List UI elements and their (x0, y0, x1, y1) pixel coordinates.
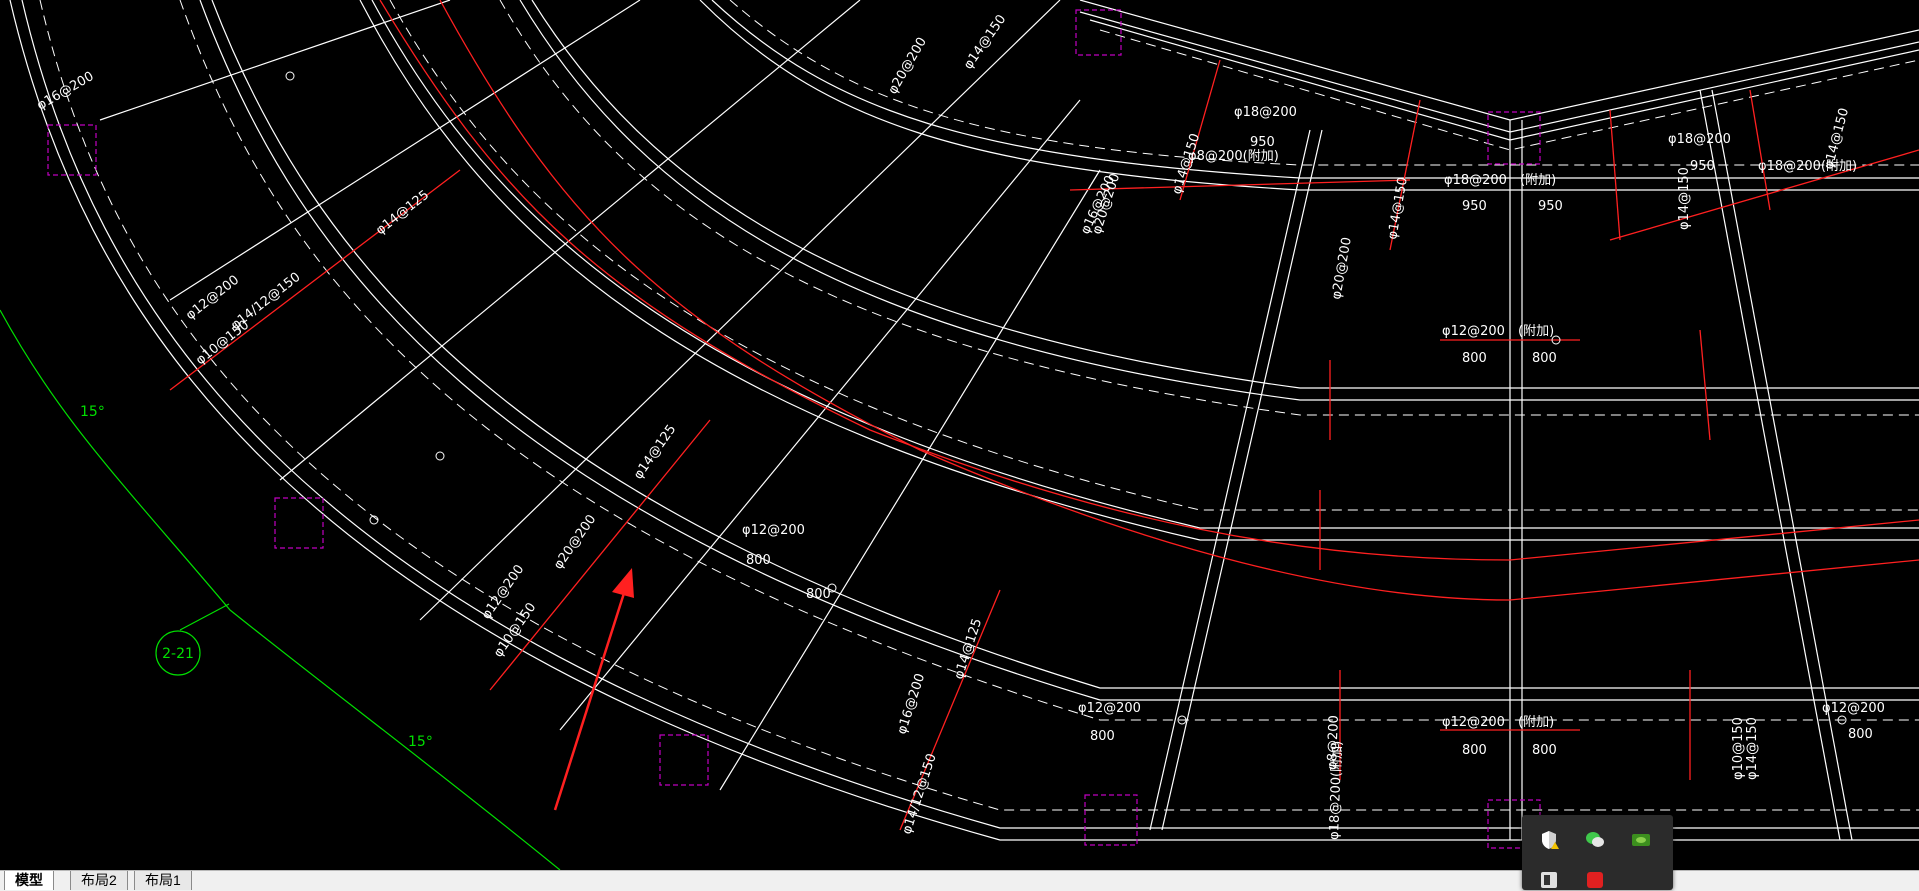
rebar-label: φ14@150 (1385, 176, 1411, 241)
rebar-label: 800 (806, 587, 831, 602)
rebar-label: φ16@200 (35, 69, 97, 113)
app-icon[interactable] (1538, 869, 1560, 891)
tab-layout2[interactable]: 布局2 (70, 871, 128, 890)
rebar-label: φ14@125 (373, 188, 432, 239)
column-marks (47, 9, 1541, 849)
rebar-label: φ12@200 (1822, 701, 1885, 716)
grid-bubble-label: 2-21 (162, 646, 194, 662)
rebar-label: 950 (1462, 199, 1487, 214)
rebar-label: 800 (1532, 351, 1557, 366)
rebar-label: φ20@200 (885, 35, 929, 97)
rebar-label: 800 (1462, 351, 1487, 366)
cad-model-space[interactable]: 2-21 15° 15° φ12@200 (附加) 800 800 φ12@20… (0, 0, 1919, 870)
rebar-label: φ12@200 (1442, 715, 1505, 730)
tab-label: 布局1 (145, 872, 181, 888)
rebar-label: (附加) (1520, 173, 1556, 188)
rebar-label: φ10@150 (1731, 717, 1746, 780)
rebar-label: φ8@200(附加) (1188, 149, 1279, 164)
rebar-label: (附加) (1518, 324, 1554, 339)
rebar-label: φ14@150 (961, 12, 1009, 72)
rebar-label: φ14@125 (631, 422, 679, 482)
grid-axis (0, 309, 561, 870)
rebar-label: 800 (1848, 727, 1873, 742)
tab-layout1[interactable]: 布局1 (134, 871, 192, 890)
rebar-label: φ12@200 (1078, 701, 1141, 716)
rebar-label: 800 (1462, 743, 1487, 758)
rebar-label: φ18@200 (1668, 132, 1731, 147)
nvidia-icon[interactable] (1630, 829, 1652, 851)
rebar-label: φ18@200(附加) (1327, 741, 1345, 841)
rebar-label: φ18@200 (1444, 173, 1507, 188)
rebar-label: 950 (1690, 159, 1715, 174)
rebar-label: φ14@150 (1745, 717, 1760, 780)
drawing-canvas[interactable]: 2-21 15° 15° φ12@200 (附加) 800 800 φ12@20… (0, 0, 1919, 870)
rebar-label: φ16@200 (895, 672, 929, 736)
rebar-lines (169, 0, 1919, 831)
rebar-label: φ14@150 (1677, 167, 1692, 230)
angle-label: 15° (408, 734, 433, 750)
rebar-label: φ12@200 (1442, 324, 1505, 339)
rebar-annotations: φ12@200 (附加) 800 800 φ12@200 (附加) 800 80… (742, 105, 1885, 758)
rebar-label: (附加) (1518, 715, 1554, 730)
rebar-label: 800 (1532, 743, 1557, 758)
rebar-label: φ12@200 (183, 273, 242, 324)
rebar-label: φ20@200 (551, 512, 599, 572)
red-app-icon[interactable] (1584, 869, 1606, 891)
tab-label: 布局2 (81, 872, 117, 888)
rebar-label: 950 (1538, 199, 1563, 214)
shield-warning-icon[interactable] (1538, 829, 1560, 851)
rebar-label: 950 (1250, 135, 1275, 150)
tab-label: 模型 (15, 872, 43, 888)
system-tray-popup (1522, 815, 1673, 890)
rebar-label: φ20@200 (1329, 236, 1355, 301)
beam-lines (9, 0, 1919, 841)
rebar-label: 800 (1090, 729, 1115, 744)
rebar-label: φ14/12@150 (900, 752, 940, 836)
tab-model[interactable]: 模型 (4, 871, 54, 890)
rebar-label: φ12@200 (742, 523, 805, 538)
rebar-label: 800 (746, 553, 771, 568)
wechat-icon[interactable] (1584, 829, 1606, 851)
angle-label: 15° (80, 404, 105, 420)
rebar-label: φ18@200(附加) (1758, 159, 1857, 174)
rebar-label: φ18@200 (1234, 105, 1297, 120)
rebar-label: φ14/12@150 (228, 270, 303, 333)
